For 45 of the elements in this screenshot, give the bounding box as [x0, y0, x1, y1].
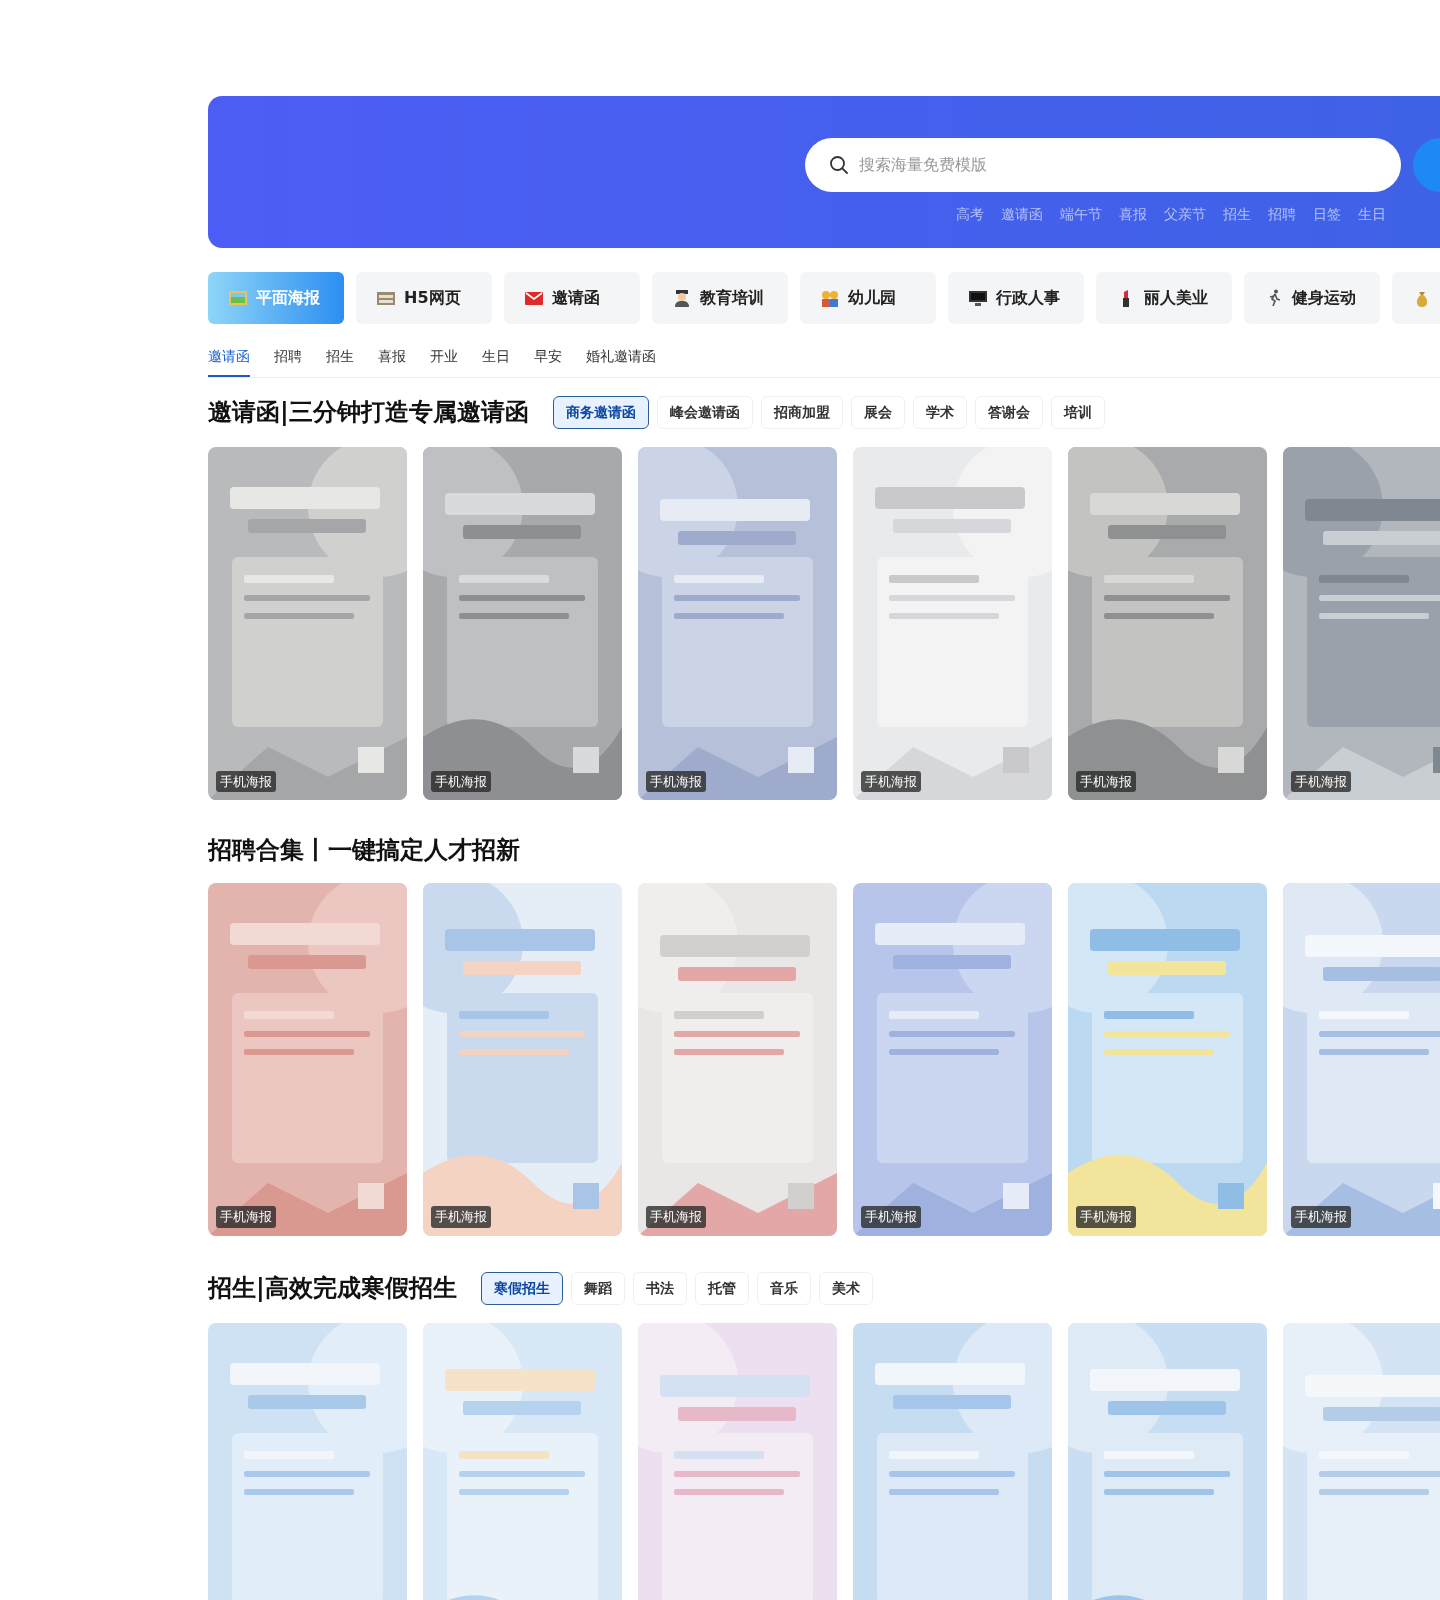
format-label: 手机海报 — [1076, 770, 1136, 792]
section-title: 邀请函|三分钟打造专属邀请函 — [208, 398, 529, 427]
section-title: 招聘合集丨一键搞定人才招新 — [208, 836, 520, 865]
format-label: 手机海报 — [431, 1206, 491, 1228]
subcategory-tab[interactable]: 邀请函 — [208, 346, 250, 377]
format-label: 手机海报 — [646, 770, 706, 792]
category-tab[interactable]: 行政人事 — [948, 272, 1084, 324]
filter-chip[interactable]: 招商加盟 — [760, 396, 843, 429]
filter-chip[interactable]: 培训 — [1050, 396, 1105, 429]
filter-chip[interactable]: 答谢会 — [974, 396, 1043, 429]
category-tab[interactable]: 丽人美业 — [1096, 272, 1232, 324]
filter-chip[interactable]: 书法 — [632, 1271, 687, 1305]
category-tab[interactable]: H5网页 — [356, 272, 492, 324]
category-tab[interactable]: 邀请函 — [504, 272, 640, 324]
subcategory-tab[interactable]: 招生 — [326, 346, 354, 377]
format-label: 手机海报 — [861, 1206, 921, 1228]
category-tab[interactable]: 健身运动 — [1244, 272, 1380, 324]
subcategory-tab[interactable]: 喜报 — [378, 346, 406, 377]
filter-chip[interactable]: 学术 — [912, 396, 967, 429]
category-tab[interactable]: 幼儿园 — [800, 272, 936, 324]
subcategory-tab[interactable]: 生日 — [482, 346, 510, 377]
format-label: 手机海报 — [1291, 1206, 1351, 1228]
filter-chip[interactable]: 峰会邀请函 — [656, 396, 753, 429]
subcategory-tab[interactable]: 婚礼邀请函 — [586, 346, 656, 377]
filter-chip[interactable]: 商务邀请函 — [552, 396, 649, 429]
format-label: 手机海报 — [1291, 770, 1351, 792]
format-label: 手机海报 — [646, 1206, 706, 1228]
filter-chip[interactable]: 舞蹈 — [570, 1271, 625, 1305]
format-label: 手机海报 — [431, 770, 491, 792]
format-label: 手机海报 — [861, 770, 921, 792]
category-tab[interactable]: 教育培训 — [652, 272, 788, 324]
section-title: 招生|高效完成寒假招生 — [208, 1273, 457, 1303]
filter-chip[interactable]: 音乐 — [756, 1271, 811, 1305]
subcategory-tab[interactable]: 招聘 — [274, 346, 302, 377]
filter-chip[interactable]: 美术 — [818, 1271, 873, 1305]
subcategory-tab[interactable]: 开业 — [430, 346, 458, 377]
format-label: 手机海报 — [216, 770, 276, 792]
filter-chip[interactable]: 寒假招生 — [480, 1271, 563, 1305]
search-field[interactable]: 搜索海量免费模版 — [857, 152, 1337, 178]
format-label: 手机海报 — [1076, 1206, 1136, 1228]
format-label: 手机海报 — [216, 1206, 276, 1228]
filter-chip[interactable]: 展会 — [850, 396, 905, 429]
search-bar[interactable]: 搜索海量免费模版 — [805, 138, 1401, 192]
subcategory-tab[interactable]: 早安 — [534, 346, 562, 377]
filter-chip[interactable]: 托管 — [694, 1271, 749, 1305]
